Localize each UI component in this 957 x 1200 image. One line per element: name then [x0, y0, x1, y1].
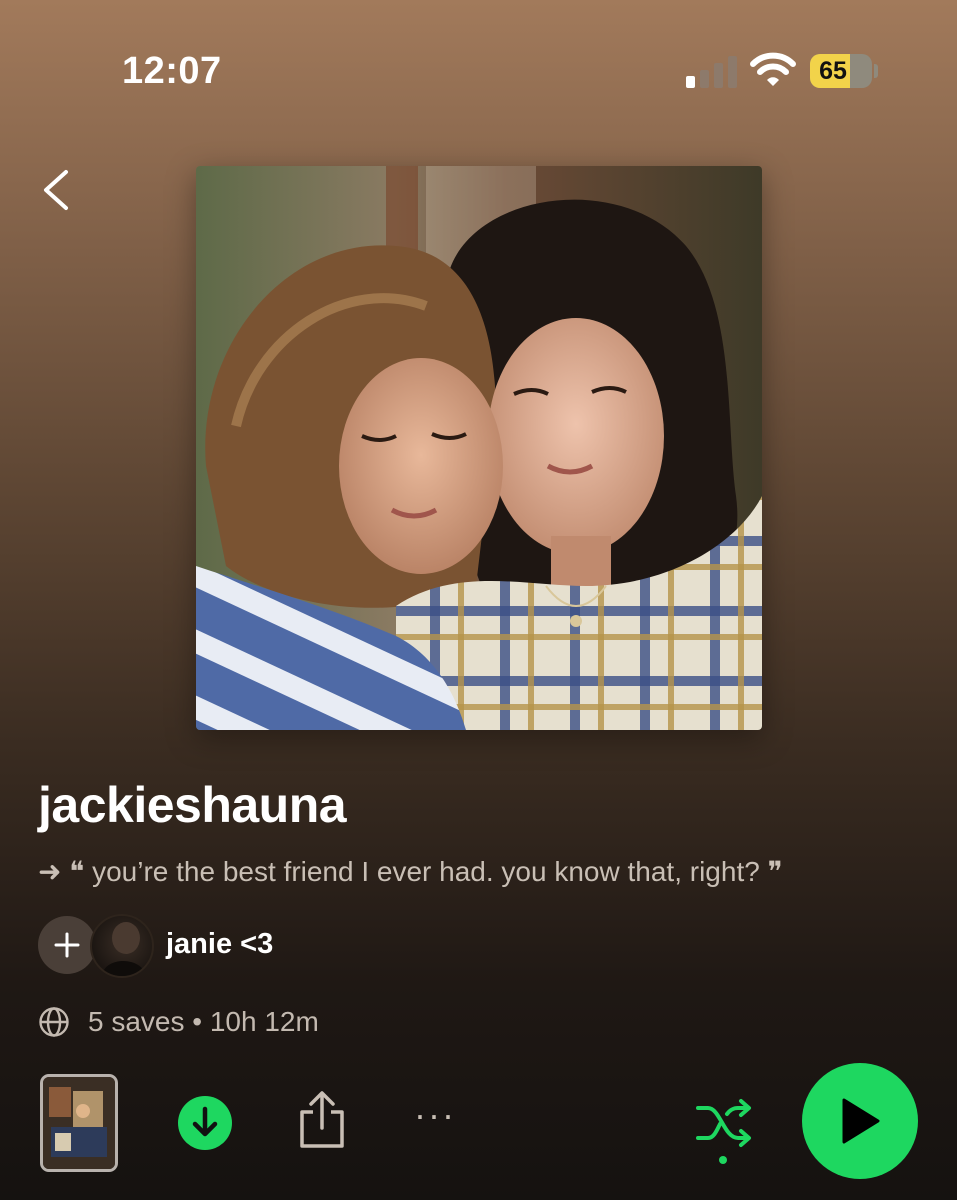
back-chevron-icon[interactable]	[36, 166, 80, 214]
battery-nub	[874, 64, 878, 78]
download-icon[interactable]	[178, 1096, 232, 1150]
owner-row: janie <3	[38, 914, 538, 978]
more-icon: ···	[414, 1094, 456, 1135]
shuffle-icon[interactable]	[694, 1094, 754, 1166]
avatar-image	[102, 922, 146, 976]
status-bar: 12:07 65	[0, 0, 957, 120]
cover-photo	[196, 166, 762, 730]
owner-avatar[interactable]	[90, 914, 154, 978]
owner-name-link[interactable]: janie <3	[166, 928, 273, 961]
play-button[interactable]	[802, 1063, 918, 1179]
battery-icon: 65	[810, 54, 872, 88]
wifi-icon	[750, 52, 796, 86]
playlist-description: ➜ ❝ you’re the best friend I ever had. y…	[38, 856, 783, 887]
playlist-title: jackieshauna	[38, 777, 347, 833]
cellular-signal-icon	[686, 56, 737, 88]
playlist-meta: 5 saves • 10h 12m	[38, 1004, 319, 1040]
battery-percent: 65	[819, 57, 847, 85]
share-icon[interactable]	[296, 1090, 348, 1150]
globe-icon	[39, 1007, 69, 1037]
playlist-cover-image	[196, 166, 762, 730]
plus-icon	[54, 932, 80, 958]
more-options-button[interactable]: ···	[408, 1097, 462, 1144]
add-collaborator-button[interactable]	[38, 916, 96, 974]
preview-thumbnail-image	[43, 1077, 115, 1169]
saves-and-duration: 5 saves • 10h 12m	[88, 1006, 319, 1037]
action-bar: ···	[0, 1060, 957, 1190]
play-icon	[842, 1098, 880, 1144]
preview-thumbnail-button[interactable]	[40, 1074, 118, 1172]
status-time: 12:07	[122, 50, 222, 92]
